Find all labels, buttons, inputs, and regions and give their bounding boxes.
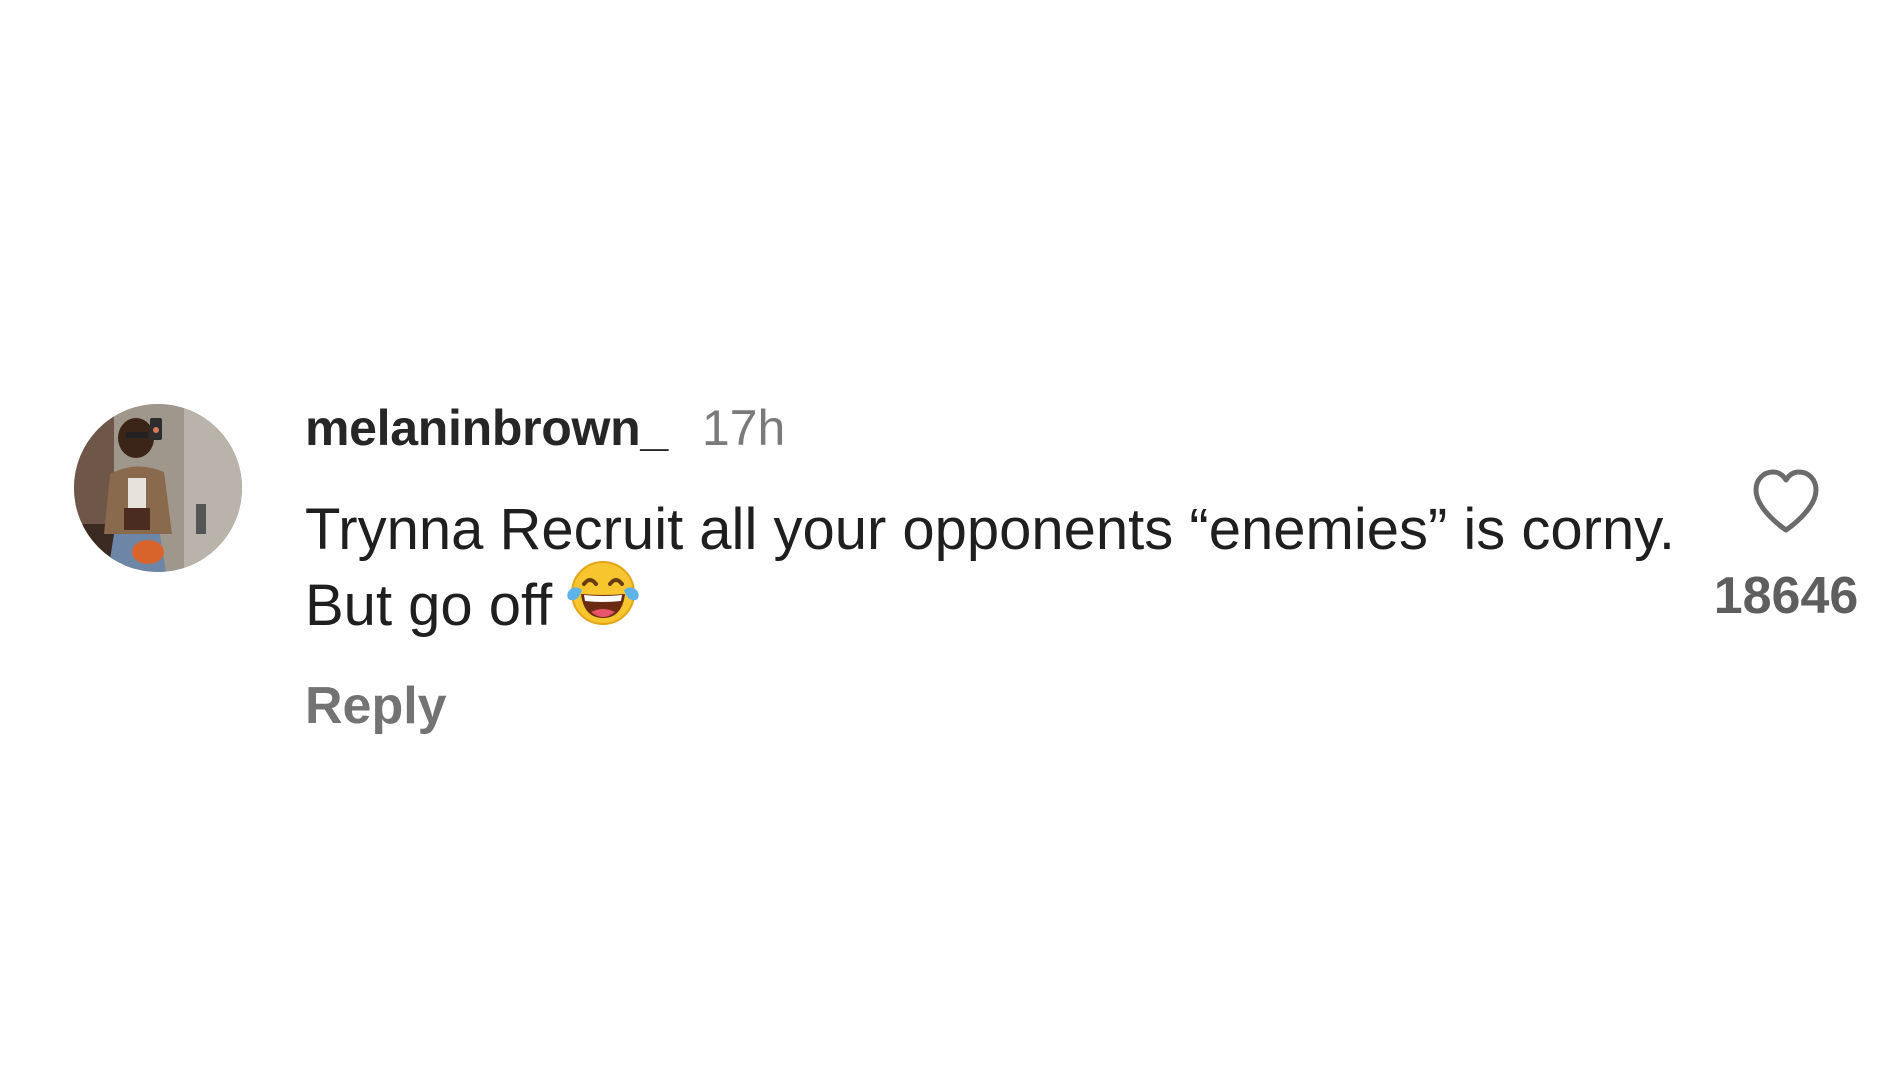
- face-with-tears-of-joy-icon: [564, 554, 642, 651]
- reply-button[interactable]: Reply: [305, 676, 447, 736]
- comment-text: Trynna Recruit all your opponents “enemi…: [305, 497, 1676, 638]
- comment-body: Trynna Recruit all your opponents “enemi…: [305, 492, 1705, 651]
- timestamp: 17h: [701, 400, 786, 456]
- avatar-photo: [74, 404, 242, 572]
- avatar[interactable]: [74, 404, 242, 572]
- comment-item: melaninbrown_ 17h Trynna Recruit all you…: [0, 0, 1902, 1080]
- heart-outline-icon[interactable]: [1746, 462, 1826, 542]
- username[interactable]: melaninbrown_: [305, 399, 668, 457]
- like-count: 18646: [1713, 567, 1859, 625]
- comment-header: melaninbrown_ 17h: [305, 396, 785, 460]
